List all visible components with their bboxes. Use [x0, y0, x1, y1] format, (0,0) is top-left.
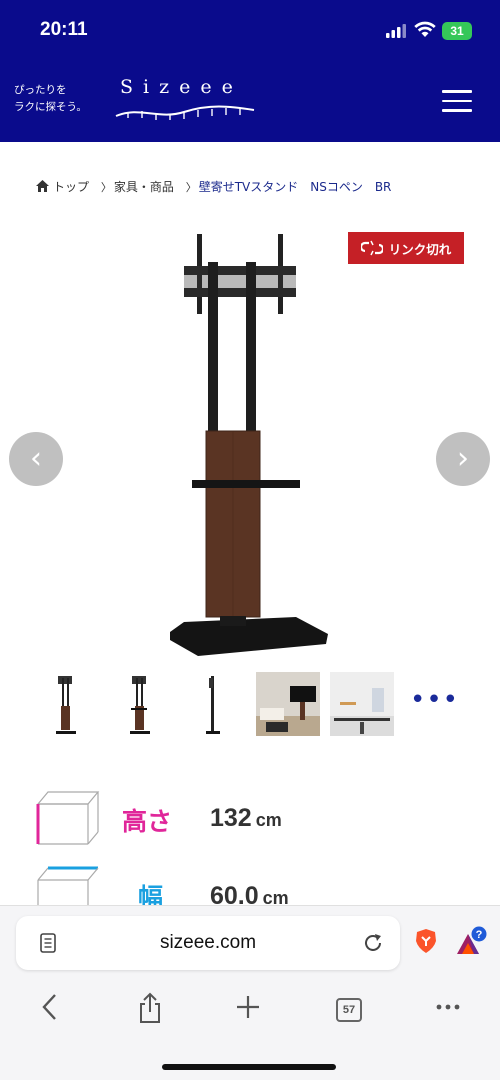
product-image[interactable]	[34, 230, 464, 660]
home-icon	[36, 180, 49, 192]
site-header: 20:11 31 ぴったりを ラクに探そう。 Sizeee	[0, 0, 500, 142]
status-time: 20:11	[40, 19, 88, 40]
battery-indicator: 31	[442, 22, 472, 40]
plus-icon	[237, 996, 259, 1018]
thumbnail[interactable]	[108, 672, 172, 736]
browser-toolbar: 57	[0, 992, 500, 1032]
thumbnail[interactable]	[330, 672, 394, 736]
spec-height-value: 132 cm	[210, 804, 282, 832]
home-indicator	[162, 1064, 336, 1070]
more-menu-button[interactable]	[428, 992, 468, 1032]
tv-stand-illustration	[170, 234, 328, 656]
thumbnail[interactable]	[182, 672, 246, 736]
thumbnail[interactable]	[256, 672, 320, 736]
broken-link-icon	[360, 240, 383, 256]
breadcrumb: トップ 〉家具・商品 〉壁寄せTVスタンド NSコペン BR	[36, 178, 391, 195]
address-bar[interactable]: sizeee.com	[16, 916, 400, 970]
share-icon	[140, 992, 160, 1023]
width-cube-icon	[37, 866, 99, 906]
status-bar: 20:11 31	[0, 0, 500, 64]
browser-chrome: sizeee.com ? 57	[0, 905, 500, 1080]
site-tagline: ぴったりを ラクに探そう。	[14, 84, 87, 113]
chevron-left-icon: ‹	[30, 441, 42, 476]
more-icon	[436, 1004, 460, 1010]
site-logo[interactable]: ぴったりを ラクに探そう。 Sizeee	[14, 76, 255, 120]
breadcrumb-current: 壁寄せTVスタンド NSコペン BR	[198, 180, 392, 194]
breadcrumb-home[interactable]: トップ	[53, 180, 89, 194]
signal-icon	[386, 24, 406, 38]
chevron-right-icon: ›	[457, 441, 469, 476]
chevron-left-icon	[42, 994, 56, 1020]
menu-icon	[442, 90, 472, 93]
thumbnail[interactable]	[34, 672, 98, 736]
brave-shield-icon[interactable]	[414, 928, 438, 954]
spec-height-label: 高さ	[122, 807, 173, 836]
more-images-button[interactable]: •••	[410, 687, 459, 713]
link-broken-badge: リンク切れ	[348, 232, 464, 264]
height-cube-icon	[36, 791, 100, 845]
back-button[interactable]	[30, 992, 70, 1032]
share-button[interactable]	[130, 992, 170, 1032]
new-tab-button[interactable]	[228, 992, 268, 1032]
logo-ruler-wave	[115, 105, 255, 120]
bat-rewards-icon[interactable]: ?	[454, 926, 488, 956]
wifi-icon	[414, 21, 436, 37]
prev-image-button[interactable]: ‹	[9, 432, 63, 486]
spec-height: 高さ 132 cm	[34, 790, 464, 850]
next-image-button[interactable]: ›	[436, 432, 490, 486]
breadcrumb-category[interactable]: 家具・商品	[114, 180, 174, 194]
tabs-button[interactable]: 57	[336, 998, 362, 1022]
reload-icon[interactable]	[362, 932, 384, 954]
bat-badge-text: ?	[476, 929, 483, 941]
menu-button[interactable]	[442, 90, 472, 112]
chevron-right-icon: 〉	[185, 181, 197, 194]
thumbnail-strip	[34, 672, 464, 736]
chevron-right-icon: 〉	[100, 181, 112, 194]
logo-text: Sizeee	[120, 76, 243, 98]
url-text[interactable]: sizeee.com	[16, 932, 400, 954]
